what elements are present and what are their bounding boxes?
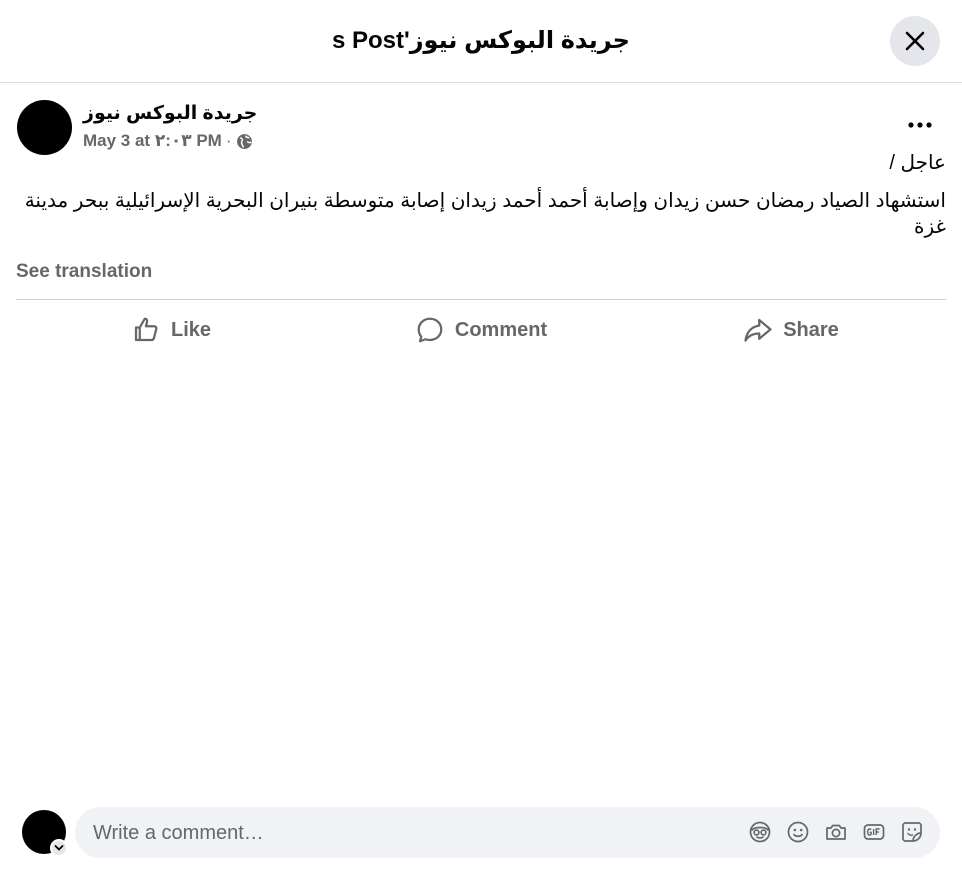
post-text-line-1: عاجل / bbox=[889, 152, 946, 174]
post-timestamp[interactable]: May 3 at ٢:٠٣ PM bbox=[83, 130, 222, 152]
comment-composer bbox=[75, 807, 940, 860]
post-text-line-2: استشهاد الصياد رمضان حسن زيدان وإصابة أح… bbox=[24, 190, 946, 238]
see-translation-link[interactable]: See translation bbox=[16, 259, 152, 285]
close-icon bbox=[905, 31, 925, 51]
comment-bubble-icon bbox=[415, 315, 445, 345]
avatar-sticker-icon[interactable] bbox=[747, 819, 773, 845]
dialog-header: جريدة البوكس نيوز's Post bbox=[0, 0, 962, 83]
globe-icon[interactable] bbox=[236, 133, 253, 150]
post-meta: May 3 at ٢:٠٣ PM · bbox=[83, 130, 253, 152]
more-options-button[interactable] bbox=[900, 108, 940, 142]
page-name-link[interactable]: جريدة البوكس نيوز bbox=[83, 101, 257, 127]
gif-icon[interactable] bbox=[861, 819, 887, 845]
comment-label: Comment bbox=[454, 318, 548, 341]
actions-divider bbox=[16, 299, 946, 300]
page-avatar[interactable] bbox=[17, 100, 72, 155]
camera-icon[interactable] bbox=[823, 819, 849, 845]
comment-input[interactable] bbox=[91, 807, 735, 860]
meta-separator: · bbox=[225, 131, 232, 150]
emoji-icon[interactable] bbox=[785, 819, 811, 845]
post-actions-bar: Like Comment Share bbox=[16, 306, 946, 354]
post-message: عاجل / استشهاد الصياد رمضان حسن زيدان وإ… bbox=[16, 150, 946, 240]
close-button[interactable] bbox=[890, 16, 940, 66]
chevron-down-icon[interactable] bbox=[50, 839, 68, 857]
dialog-title: جريدة البوكس نيوز's Post bbox=[332, 27, 630, 54]
sticker-icon[interactable] bbox=[899, 819, 925, 845]
comment-tools bbox=[747, 819, 925, 845]
like-button[interactable]: Like bbox=[16, 306, 326, 354]
like-label: Like bbox=[170, 318, 212, 341]
more-icon bbox=[908, 122, 932, 128]
share-label: Share bbox=[783, 318, 839, 341]
post-dialog: جريدة البوكس نيوز's Post جريدة البوكس ني… bbox=[0, 0, 962, 881]
thumbs-up-icon bbox=[131, 315, 161, 345]
share-arrow-icon bbox=[743, 315, 773, 345]
share-button[interactable]: Share bbox=[636, 306, 946, 354]
comment-button[interactable]: Comment bbox=[326, 306, 636, 354]
